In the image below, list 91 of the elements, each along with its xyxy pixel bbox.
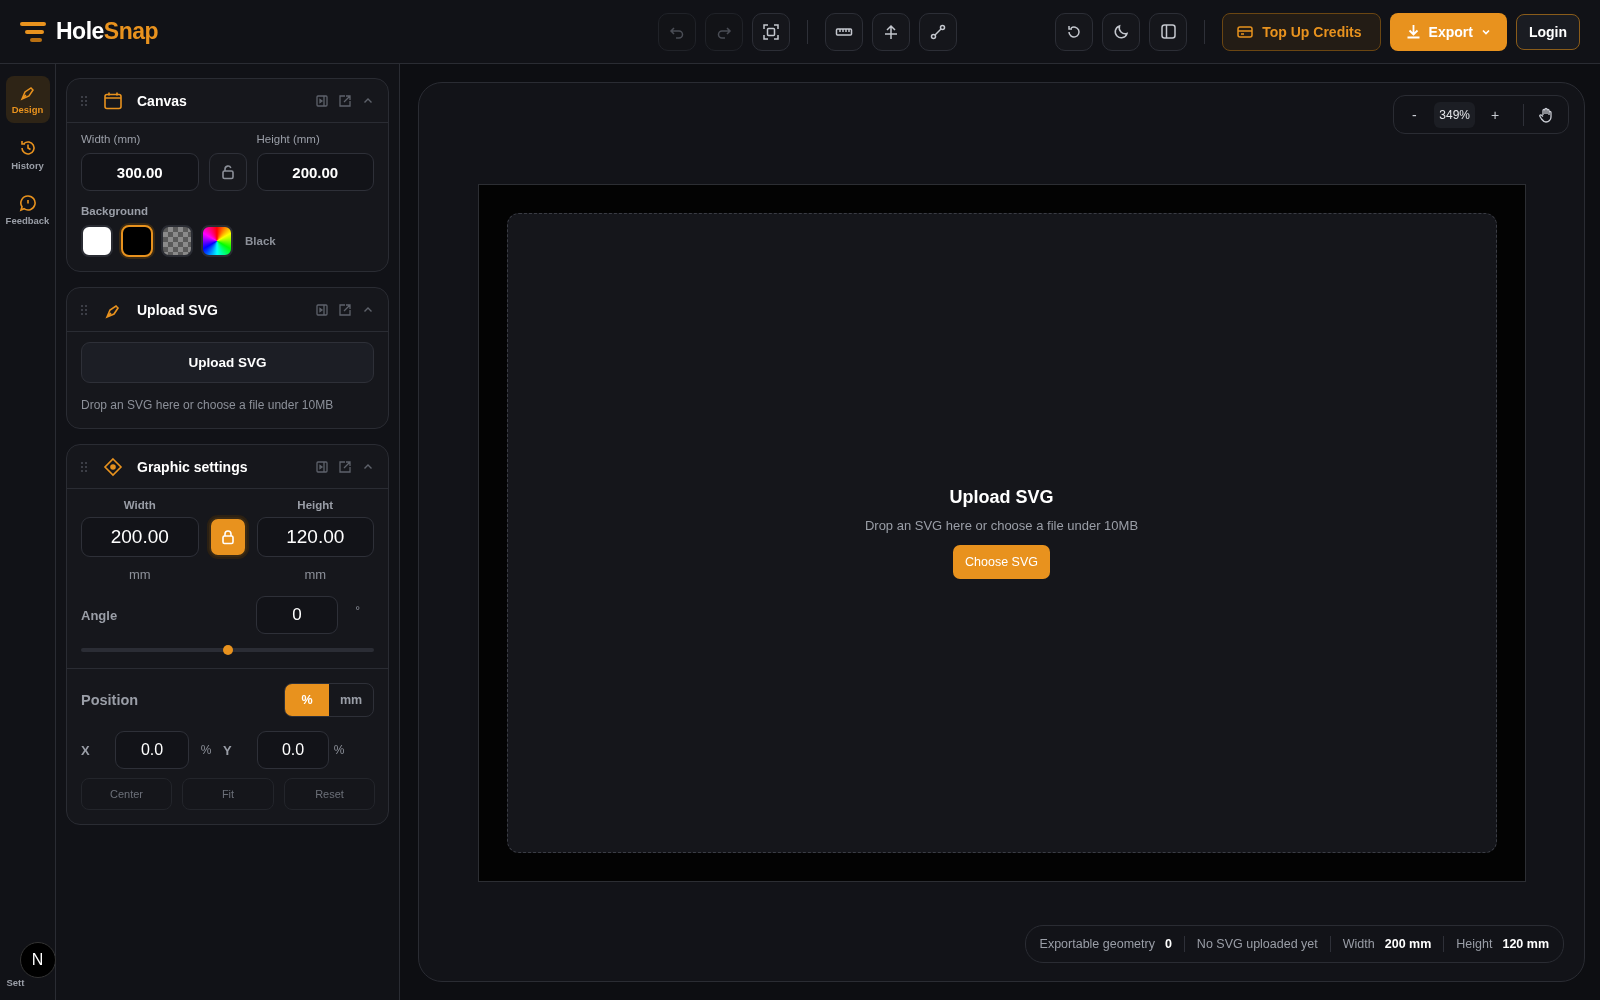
x-label: X <box>81 742 91 758</box>
unit-label: % <box>332 743 346 757</box>
popout-icon[interactable] <box>339 94 351 107</box>
zoom-out-button[interactable]: - <box>1400 100 1429 129</box>
y-input[interactable]: 0.0 <box>257 731 329 769</box>
fit-screen-icon <box>762 22 780 41</box>
aspect-lock-button[interactable] <box>208 517 247 557</box>
height-input[interactable]: 200.00 <box>256 153 374 191</box>
x-input[interactable]: 0.0 <box>115 731 189 769</box>
position-button[interactable]: Center <box>81 778 172 810</box>
calendar-icon <box>103 90 123 111</box>
status-label: Exportable geometry <box>1039 937 1155 951</box>
theme-button[interactable] <box>1102 12 1141 51</box>
upload-svg-button[interactable]: Upload SVG <box>81 342 374 383</box>
zoom-level[interactable]: 349% <box>1434 101 1475 128</box>
unit-label: mm <box>303 567 328 582</box>
download-icon <box>1405 24 1421 39</box>
feedback-icon <box>18 193 37 212</box>
y-label: Y <box>223 742 233 758</box>
reset-icon <box>1066 23 1083 40</box>
field-label: Height <box>296 499 335 511</box>
login-button[interactable]: Login <box>1515 13 1580 50</box>
background-name: Black <box>245 235 276 247</box>
ruler-button[interactable] <box>825 12 863 51</box>
logo-icon <box>20 20 46 43</box>
rail-tab[interactable]: Design <box>5 76 50 123</box>
field-label: Width <box>122 499 157 511</box>
field-label: Width (mm) <box>81 133 142 145</box>
logo-text: HoleSnap <box>56 18 159 45</box>
panel-button[interactable] <box>1149 12 1188 51</box>
hand-icon[interactable] <box>1538 106 1554 123</box>
nodes-button[interactable] <box>872 12 910 51</box>
status-value: 120 mm <box>1502 937 1549 951</box>
field-label: Height (mm) <box>256 133 321 145</box>
width-input[interactable]: 200.00 <box>81 517 199 557</box>
background-swatch[interactable] <box>201 225 233 257</box>
history-icon <box>18 138 37 157</box>
diamond-icon <box>103 456 123 477</box>
drag-handle-icon[interactable] <box>81 461 87 472</box>
settings-label[interactable]: Sett <box>6 977 25 988</box>
rail-tab[interactable]: History <box>5 131 50 178</box>
dev-badge[interactable]: N <box>19 942 56 978</box>
background-swatch[interactable] <box>121 225 153 257</box>
status-label: Height <box>1456 937 1493 951</box>
line-icon <box>929 22 947 41</box>
position-button[interactable]: Fit <box>182 778 274 810</box>
arrow-up-icon <box>882 22 900 41</box>
background-swatch[interactable] <box>81 225 113 257</box>
angle-input[interactable]: 0 <box>256 596 338 634</box>
position-button[interactable]: Reset <box>284 778 375 810</box>
reset-button[interactable] <box>1055 12 1094 51</box>
dock-icon[interactable] <box>316 94 328 107</box>
drop-hint: Drop an SVG here or choose a file under 10MB <box>864 518 1139 533</box>
panel-title: Graphic settings <box>137 458 248 475</box>
dock-icon[interactable] <box>316 460 328 473</box>
panel-title: Canvas <box>137 92 187 109</box>
angle-label: Angle <box>81 607 119 623</box>
width-input[interactable]: 300.00 <box>81 153 199 191</box>
rail-tab[interactable]: Feedback <box>5 186 50 233</box>
status-label: Width <box>1342 937 1375 951</box>
panel-title: Upload SVG <box>137 301 218 318</box>
card-icon <box>1237 24 1254 39</box>
unit-option[interactable]: mm <box>329 684 373 716</box>
pen-icon <box>19 84 36 101</box>
degree-unit: ° <box>354 604 360 618</box>
status-value: 0 <box>1164 937 1172 951</box>
dock-icon[interactable] <box>316 303 328 316</box>
background-label: Background <box>81 205 150 217</box>
lock-icon <box>220 529 235 545</box>
status-label: No SVG uploaded yet <box>1196 937 1318 951</box>
popout-icon[interactable] <box>339 460 351 473</box>
drag-handle-icon[interactable] <box>81 95 87 106</box>
drop-zone[interactable]: Upload SVG Drop an SVG here or choose a file under 10MB Choose SVG <box>506 213 1497 853</box>
fit-button[interactable] <box>752 12 790 51</box>
slider-thumb[interactable] <box>222 645 233 655</box>
lock-icon <box>220 164 235 180</box>
status-value: 200 mm <box>1384 937 1432 951</box>
unit-label: mm <box>127 567 152 582</box>
sidebar-icon <box>1159 23 1177 40</box>
height-input[interactable]: 120.00 <box>256 517 374 557</box>
moon-icon <box>1112 23 1130 40</box>
popout-icon[interactable] <box>339 303 351 316</box>
background-swatch[interactable] <box>161 225 193 257</box>
path-button[interactable] <box>919 12 957 51</box>
zoom-in-button[interactable]: + <box>1481 100 1509 129</box>
upload-hint: Drop an SVG here or choose a file under 10MB <box>81 398 335 412</box>
top-up-credits-button[interactable]: Top Up Credits <box>1222 12 1381 51</box>
drop-title: Upload SVG <box>949 487 1054 508</box>
drag-handle-icon[interactable] <box>81 304 87 315</box>
position-label: Position <box>81 692 139 708</box>
unit-label: % <box>199 743 213 757</box>
